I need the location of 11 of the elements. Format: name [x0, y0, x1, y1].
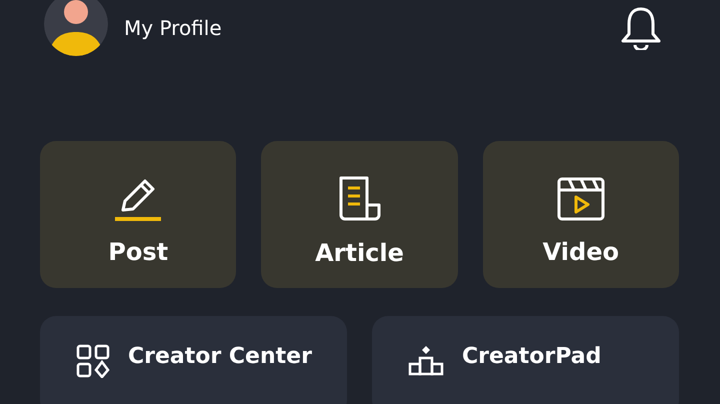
avatar-icon[interactable] [44, 0, 108, 56]
podium-icon [408, 344, 444, 376]
tool-button[interactable]: Creator Center [40, 316, 347, 404]
tool-button[interactable]: CreatorPad [372, 316, 679, 404]
action-button[interactable]: Video [482, 141, 679, 288]
grid-icon [76, 344, 110, 378]
action-button[interactable]: Post [40, 141, 236, 288]
bell-icon[interactable] [620, 6, 662, 50]
profile-label[interactable]: My Profile [124, 16, 620, 40]
clapperboard-icon [556, 176, 606, 222]
action-button[interactable]: Article [261, 141, 458, 288]
